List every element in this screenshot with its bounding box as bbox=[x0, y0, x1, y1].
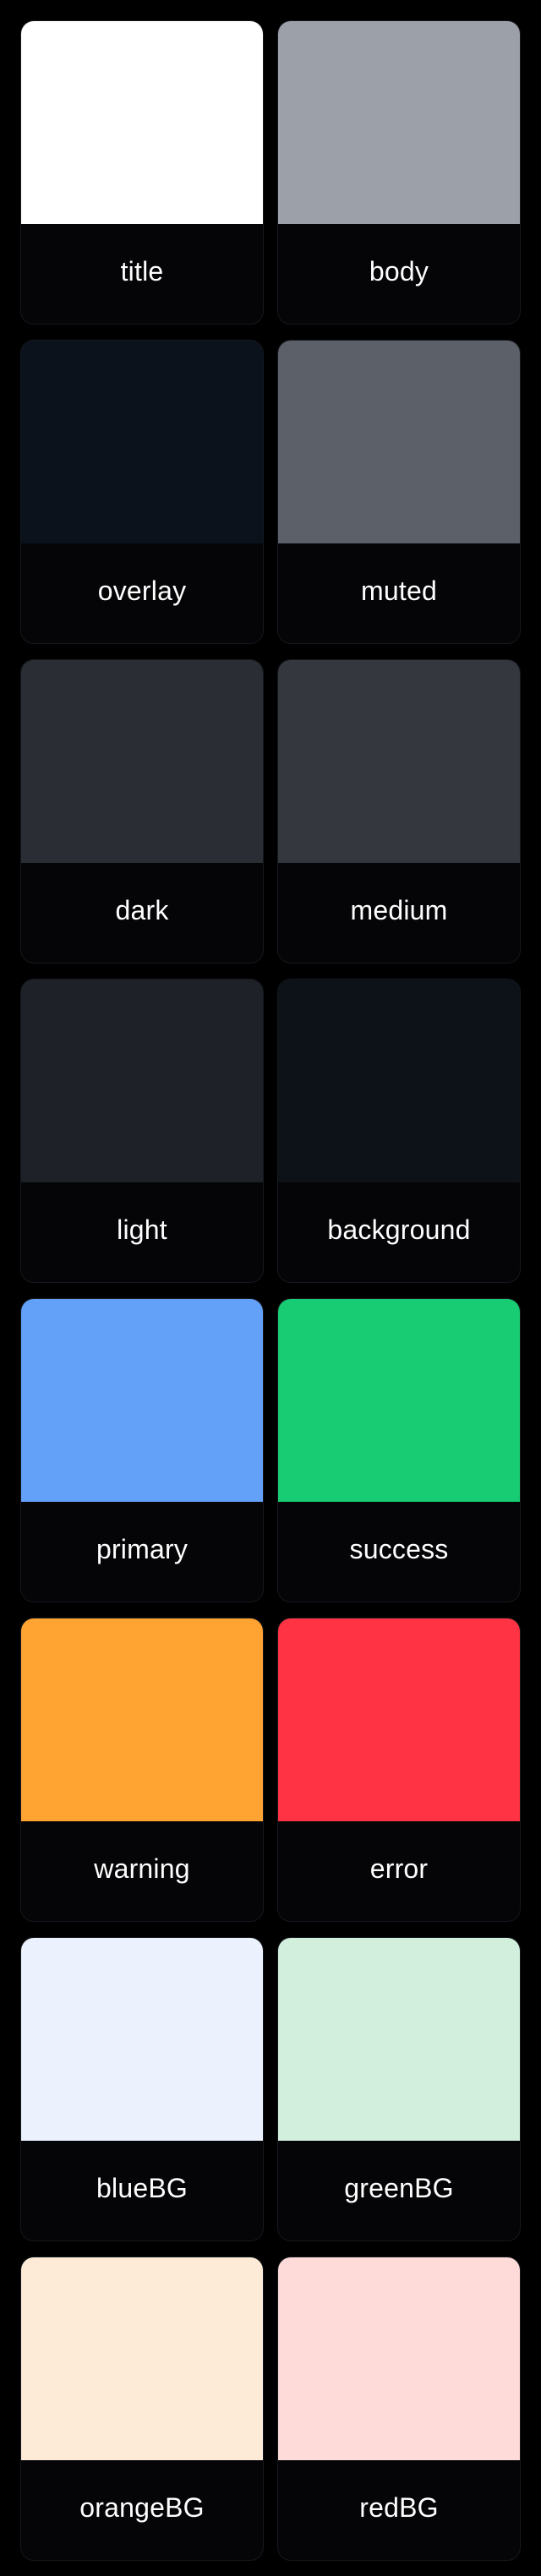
color-swatch bbox=[21, 341, 263, 543]
color-label: dark bbox=[115, 894, 169, 925]
color-card-body: body bbox=[277, 20, 521, 325]
color-label: background bbox=[327, 1214, 471, 1245]
color-swatch bbox=[21, 660, 263, 863]
color-swatch-grid: title body overlay muted dark medium lig… bbox=[0, 0, 541, 2561]
color-card-dark: dark bbox=[20, 659, 264, 963]
color-swatch bbox=[278, 660, 520, 863]
color-swatch bbox=[278, 2257, 520, 2460]
color-card-primary: primary bbox=[20, 1298, 264, 1602]
color-label: error bbox=[369, 1853, 429, 1884]
color-swatch bbox=[278, 341, 520, 543]
color-card-background: background bbox=[277, 979, 521, 1283]
color-card-medium: medium bbox=[277, 659, 521, 963]
color-card-greenbg: greenBG bbox=[277, 1937, 521, 2241]
color-swatch bbox=[278, 21, 520, 224]
color-card-redbg: redBG bbox=[277, 2257, 521, 2561]
color-label: title bbox=[120, 255, 164, 287]
color-swatch bbox=[21, 2257, 263, 2460]
color-label: greenBG bbox=[344, 2172, 454, 2203]
color-swatch bbox=[278, 1299, 520, 1502]
color-label: success bbox=[349, 1533, 449, 1564]
color-label: medium bbox=[350, 894, 448, 925]
color-swatch bbox=[21, 1299, 263, 1502]
color-label: overlay bbox=[97, 575, 187, 606]
color-label: muted bbox=[361, 575, 437, 606]
color-swatch bbox=[278, 1938, 520, 2141]
color-card-orangebg: orangeBG bbox=[20, 2257, 264, 2561]
color-swatch bbox=[21, 21, 263, 224]
color-card-bluebg: blueBG bbox=[20, 1937, 264, 2241]
color-swatch bbox=[278, 980, 520, 1182]
color-card-success: success bbox=[277, 1298, 521, 1602]
color-swatch bbox=[21, 1618, 263, 1821]
color-card-error: error bbox=[277, 1618, 521, 1922]
color-label: blueBG bbox=[96, 2172, 188, 2203]
color-label: body bbox=[369, 255, 429, 287]
color-label: warning bbox=[94, 1853, 190, 1884]
color-card-overlay: overlay bbox=[20, 340, 264, 644]
color-label: light bbox=[117, 1214, 167, 1245]
color-card-warning: warning bbox=[20, 1618, 264, 1922]
color-label: primary bbox=[96, 1533, 189, 1564]
color-card-muted: muted bbox=[277, 340, 521, 644]
color-swatch bbox=[278, 1618, 520, 1821]
color-card-title: title bbox=[20, 20, 264, 325]
color-label: redBG bbox=[359, 2491, 439, 2523]
color-label: orangeBG bbox=[79, 2491, 205, 2523]
color-swatch bbox=[21, 1938, 263, 2141]
color-swatch bbox=[21, 980, 263, 1182]
color-card-light: light bbox=[20, 979, 264, 1283]
